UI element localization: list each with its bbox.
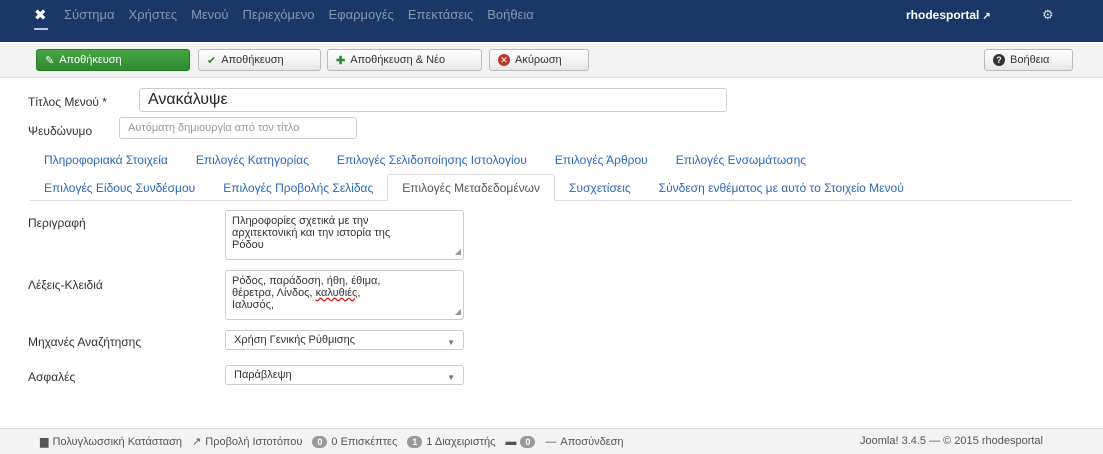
save-close-label: Αποθήκευση xyxy=(221,54,284,66)
menu-item-extensions[interactable]: Επεκτάσεις xyxy=(408,7,473,22)
tab-details[interactable]: Πληροφοριακά Στοιχεία xyxy=(30,146,182,173)
gear-icon[interactable]: ⚙ xyxy=(1042,7,1054,23)
help-label: Βοήθεια xyxy=(1010,54,1050,66)
main-menu: Σύστημα Χρήστες Μενού Περιεχόμενο Εφαρμο… xyxy=(64,7,548,22)
title-label: Τίτλος Μενού * xyxy=(28,95,107,109)
plus-icon: ✚ xyxy=(336,54,346,67)
envelope-icon: ▬ xyxy=(505,435,517,448)
edit-icon: ✎ xyxy=(45,54,55,67)
tabs-row-2: Επιλογές Είδους Συνδέσμου Επιλογές Προβο… xyxy=(30,174,918,201)
save-button-label: Αποθήκευση xyxy=(59,54,122,66)
external-link-icon: ↗ xyxy=(192,436,202,448)
secure-label: Ασφαλές xyxy=(28,370,76,384)
cancel-button[interactable]: ✕ Ακύρωση xyxy=(489,49,589,71)
tab-metadata[interactable]: Επιλογές Μεταδεδομένων xyxy=(387,174,556,201)
keywords-line: θέρετρα, Λίνδος, καλυθιές, xyxy=(232,287,457,299)
site-label: rhodesportal xyxy=(906,8,980,22)
save-new-label: Αποθήκευση & Νέο xyxy=(350,54,446,66)
check-icon: ✔ xyxy=(207,54,217,67)
description-line: αρχιτεκτονική και την ιστορία της xyxy=(232,227,391,239)
top-navbar: ✖ Σύστημα Χρήστες Μενού Περιεχόμενο Εφαρ… xyxy=(0,0,1103,42)
tabs-row-1: Πληροφοριακά Στοιχεία Επιλογές Κατηγορία… xyxy=(30,146,820,173)
chevron-down-icon: ▼ xyxy=(447,373,455,382)
joomla-icon[interactable]: ✖ xyxy=(34,6,47,24)
save-button[interactable]: ✎ Αποθήκευση xyxy=(36,49,190,71)
comment-icon: ▆ xyxy=(40,436,49,448)
robots-value: Χρήση Γενικής Ρύθμισης xyxy=(234,334,356,346)
menu-item-users[interactable]: Χρήστες xyxy=(129,7,178,22)
menu-item-components[interactable]: Εφαρμογές xyxy=(329,7,394,22)
keywords-label: Λέξεις-Κλειδιά xyxy=(28,278,103,292)
tab-integration-options[interactable]: Επιλογές Ενσωμάτωσης xyxy=(662,146,820,173)
misspelled-word: καλυθιές xyxy=(315,287,358,299)
chevron-down-icon: ▼ xyxy=(447,338,455,347)
title-input[interactable]: Ανακάλυψε xyxy=(139,88,727,112)
description-label: Περιγραφή xyxy=(28,216,86,230)
menu-item-system[interactable]: Σύστημα xyxy=(64,7,115,22)
status-bar: ▆ Πολυγλωσσική Κατάσταση ↗ Προβολή Ιστοτόπ… xyxy=(0,428,1103,454)
visitors-status: 00 Επισκέπτες xyxy=(312,435,398,448)
save-close-button[interactable]: ✔ Αποθήκευση xyxy=(198,49,321,71)
description-line: Ρόδου xyxy=(232,239,264,251)
logout-label: Αποσύνδεση xyxy=(560,435,624,448)
secure-value: Παράβλεψη xyxy=(234,369,292,381)
robots-select[interactable]: Χρήση Γενικής Ρύθμισης ▼ xyxy=(225,330,464,350)
alias-label: Ψευδώνυμο xyxy=(28,124,93,138)
external-link-icon: ↗ xyxy=(982,11,991,22)
tab-article-options[interactable]: Επιλογές Άρθρου xyxy=(541,146,662,173)
visitors-badge: 0 xyxy=(312,435,328,448)
logout-link[interactable]: — Αποσύνδεση xyxy=(545,436,623,448)
tab-category-options[interactable]: Επιλογές Κατηγορίας xyxy=(182,146,323,173)
multilang-label: Πολυγλωσσική Κατάσταση xyxy=(52,435,183,448)
tab-associations[interactable]: Συσχετίσεις xyxy=(555,174,645,201)
toolbar: ✎ Αποθήκευση ✔ Αποθήκευση ✚ Αποθήκευση & Νέ… xyxy=(0,44,1103,78)
admins-status: 11 Διαχειριστής xyxy=(407,435,496,448)
multilang-status[interactable]: ▆ Πολυγλωσσική Κατάσταση xyxy=(40,435,183,449)
tab-link-type[interactable]: Επιλογές Είδους Συνδέσμου xyxy=(30,174,209,201)
secure-select[interactable]: Παράβλεψη ▼ xyxy=(225,365,464,385)
cancel-icon: ✕ xyxy=(498,54,510,66)
alias-input[interactable]: Αυτόματη δημιουργία από τον τίτλο xyxy=(119,117,357,139)
minus-icon: — xyxy=(545,435,557,448)
version-info: Joomla! 3.4.5 — © 2015 rhodesportal xyxy=(860,435,1043,447)
robots-label: Μηχανές Αναζήτησης xyxy=(28,335,142,349)
keywords-textarea[interactable]: Ρόδος, παράδοση, ήθη, έθιμα, θέρετρα, Λί… xyxy=(225,270,464,320)
menu-toggle-icon[interactable] xyxy=(34,28,48,30)
help-button[interactable]: ? Βοήθεια xyxy=(984,49,1073,71)
save-new-button[interactable]: ✚ Αποθήκευση & Νέο xyxy=(327,49,482,71)
keywords-text: , xyxy=(357,287,361,299)
site-link[interactable]: rhodesportal ↗ xyxy=(906,8,991,22)
visitors-label: 0 Επισκέπτες xyxy=(331,435,398,448)
description-line: Πληροφορίες σχετικά με την xyxy=(232,215,369,227)
menu-item-help[interactable]: Βοήθεια xyxy=(487,7,534,22)
view-site-link[interactable]: ↗ Προβολή Ιστοτόπου xyxy=(192,435,303,449)
admins-badge: 1 xyxy=(407,435,423,448)
keywords-line: Ρόδος, παράδοση, ήθη, έθιμα, xyxy=(232,275,381,287)
cancel-label: Ακύρωση xyxy=(515,54,562,66)
tab-page-display[interactable]: Επιλογές Προβολής Σελίδας xyxy=(209,174,387,201)
messages-badge: 0 xyxy=(520,435,536,448)
messages-status[interactable]: ▬ 0 xyxy=(505,435,536,448)
tab-module-assignment[interactable]: Σύνδεση ενθέματος με αυτό το Στοιχείο Με… xyxy=(645,174,918,201)
tab-blog-layout[interactable]: Επιλογές Σελιδοποίησης Ιστολογίου xyxy=(323,146,541,173)
view-site-label: Προβολή Ιστοτόπου xyxy=(205,435,303,448)
keywords-text: θέρετρα, Λίνδος, xyxy=(232,287,316,299)
description-textarea[interactable]: Πληροφορίες σχετικά με την αρχιτεκτονική… xyxy=(225,210,464,260)
help-icon: ? xyxy=(993,54,1005,66)
menu-item-menus[interactable]: Μενού xyxy=(191,7,228,22)
admins-label: 1 Διαχειριστής xyxy=(426,435,496,448)
menu-item-content[interactable]: Περιεχόμενο xyxy=(243,7,315,22)
keywords-line: Ιαλυσός, xyxy=(232,299,274,311)
resize-handle-icon[interactable]: ◢ xyxy=(455,246,461,258)
resize-handle-icon[interactable]: ◢ xyxy=(455,306,461,318)
